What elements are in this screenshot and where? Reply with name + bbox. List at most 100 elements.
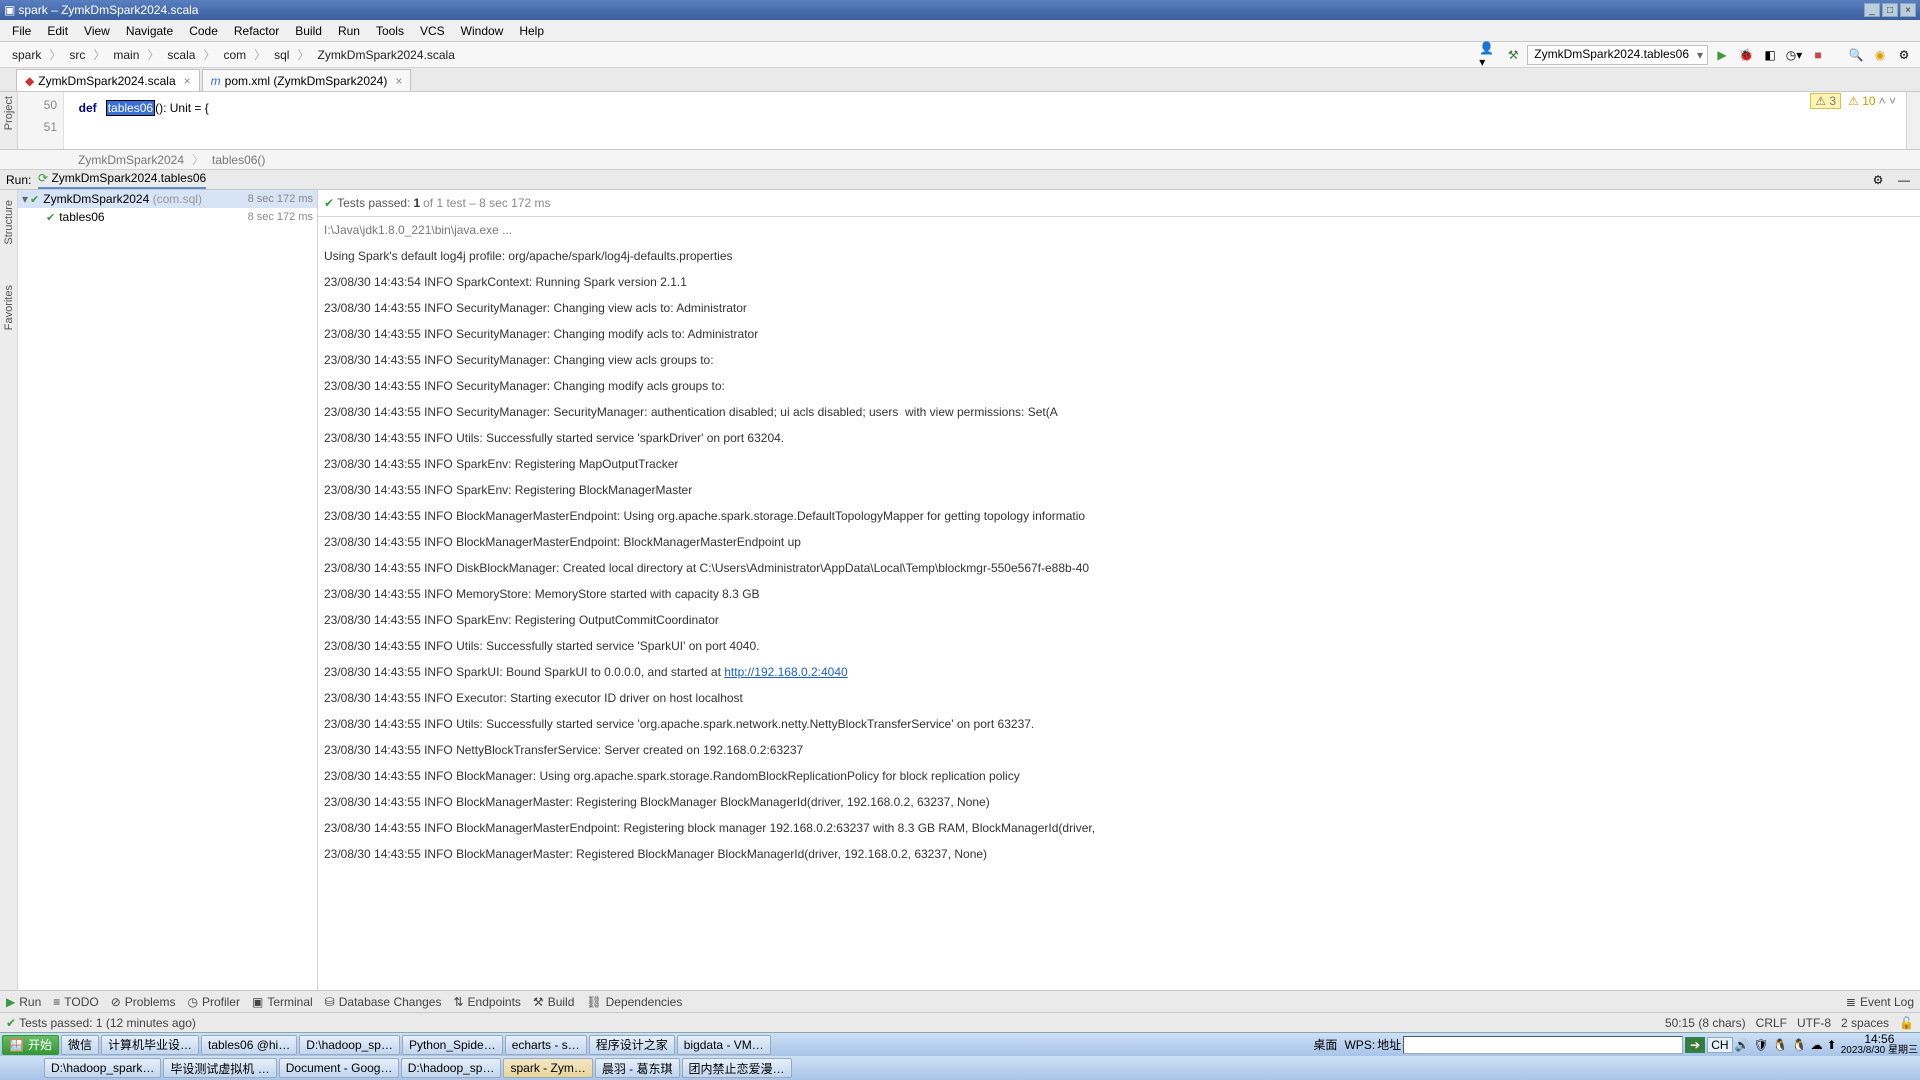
- menu-edit[interactable]: Edit: [39, 22, 76, 40]
- test-tree-leaf[interactable]: ✔ tables06 8 sec 172 ms: [18, 208, 317, 226]
- clock-date[interactable]: 2023/8/30 星期三: [1841, 1045, 1918, 1056]
- line-separator[interactable]: CRLF: [1756, 1016, 1787, 1030]
- project-tool-button[interactable]: Project: [3, 96, 15, 130]
- indent-setting[interactable]: 2 spaces: [1841, 1016, 1889, 1030]
- go-button[interactable]: ➔: [1685, 1037, 1705, 1053]
- close-icon[interactable]: ×: [184, 74, 191, 88]
- taskbar-item[interactable]: 晨羽 - 葛东琪: [595, 1058, 680, 1078]
- taskbar-item[interactable]: spark - Zym…: [503, 1058, 592, 1078]
- test-tree-root[interactable]: ▾ ✔ ZymkDmSpark2024 (com.sql) 8 sec 172 …: [18, 190, 317, 208]
- tool-profiler[interactable]: ◷ Profiler: [187, 995, 240, 1009]
- console-line: 23/08/30 14:43:55 INFO BlockManager: Usi…: [318, 763, 1920, 789]
- ide-update-icon[interactable]: ◉: [1870, 45, 1890, 65]
- run-button[interactable]: ▶: [1712, 45, 1732, 65]
- tool-terminal[interactable]: ▣ Terminal: [252, 995, 313, 1009]
- crumb-class[interactable]: ZymkDmSpark2024: [78, 153, 184, 167]
- menu-navigate[interactable]: Navigate: [118, 22, 181, 40]
- tool-endpoints[interactable]: ⇅ Endpoints: [453, 995, 520, 1009]
- taskbar-item[interactable]: D:\hadoop_spark…: [44, 1058, 161, 1078]
- desktop-label[interactable]: 桌面: [1313, 1036, 1337, 1053]
- taskbar-item[interactable]: 计算机毕业设…: [101, 1035, 199, 1055]
- menu-build[interactable]: Build: [287, 22, 330, 40]
- taskbar-item[interactable]: 毕设测试虚拟机 …: [163, 1058, 276, 1078]
- search-everywhere-icon[interactable]: 🔍: [1846, 45, 1866, 65]
- tool-run[interactable]: ▶Run: [6, 995, 41, 1009]
- editor-tab[interactable]: ◆ ZymkDmSpark2024.scala ×: [16, 69, 200, 91]
- favorites-tool-button[interactable]: Favorites: [3, 285, 15, 330]
- address-input[interactable]: [1403, 1036, 1683, 1054]
- breadcrumb[interactable]: spark: [6, 46, 47, 64]
- start-button[interactable]: 🪟 开始: [2, 1035, 59, 1055]
- taskbar-item[interactable]: D:\hadoop_sp…: [299, 1035, 400, 1055]
- user-icon[interactable]: 👤▾: [1479, 45, 1499, 65]
- tray-icon[interactable]: 🔊: [1735, 1038, 1750, 1052]
- settings-icon[interactable]: ⚙: [1894, 45, 1914, 65]
- wps-label[interactable]: WPS:: [1344, 1038, 1375, 1052]
- tray-icon[interactable]: 🐧: [1773, 1038, 1788, 1052]
- test-tree[interactable]: ▾ ✔ ZymkDmSpark2024 (com.sql) 8 sec 172 …: [18, 190, 318, 990]
- taskbar-item[interactable]: tables06 @hi…: [201, 1035, 297, 1055]
- breadcrumb[interactable]: sql: [268, 46, 295, 64]
- tool-problems[interactable]: ⊘ Problems: [111, 995, 176, 1009]
- ime-indicator[interactable]: CH: [1707, 1037, 1732, 1053]
- menu-run[interactable]: Run: [330, 22, 368, 40]
- stop-button[interactable]: ■: [1808, 45, 1828, 65]
- clock-time[interactable]: 14:56: [1841, 1034, 1918, 1045]
- file-encoding[interactable]: UTF-8: [1797, 1016, 1831, 1030]
- menu-vcs[interactable]: VCS: [412, 22, 453, 40]
- taskbar-item[interactable]: Python_Spide…: [402, 1035, 503, 1055]
- inspection-widget[interactable]: ⚠ 3 ⚠ 10 ˄ ˅: [1810, 94, 1896, 108]
- profile-button[interactable]: ◷▾: [1784, 45, 1804, 65]
- tool-database-changes[interactable]: ⛁ Database Changes: [325, 995, 442, 1009]
- breadcrumb[interactable]: ZymkDmSpark2024.scala: [311, 46, 460, 64]
- menu-window[interactable]: Window: [453, 22, 512, 40]
- tray-icon[interactable]: ⬆: [1827, 1038, 1837, 1052]
- taskbar-item[interactable]: echarts - s…: [505, 1035, 587, 1055]
- menu-refactor[interactable]: Refactor: [226, 22, 287, 40]
- menu-code[interactable]: Code: [181, 22, 226, 40]
- readonly-lock-icon[interactable]: 🔓: [1899, 1016, 1914, 1030]
- structure-tool-button[interactable]: Structure: [3, 200, 15, 245]
- editor-tab[interactable]: m pom.xml (ZymkDmSpark2024) ×: [202, 69, 412, 91]
- coverage-button[interactable]: ◧: [1760, 45, 1780, 65]
- close-icon[interactable]: ×: [395, 74, 402, 88]
- error-stripe[interactable]: [1906, 92, 1920, 149]
- taskbar-item[interactable]: D:\hadoop_sp…: [401, 1058, 502, 1078]
- menu-view[interactable]: View: [76, 22, 118, 40]
- taskbar-item[interactable]: 团内禁止恋爱漫…: [682, 1058, 792, 1078]
- debug-button[interactable]: 🐞: [1736, 45, 1756, 65]
- taskbar-item[interactable]: Document - Goog…: [279, 1058, 399, 1078]
- run-configuration-combo[interactable]: ZymkDmSpark2024.tables06 ▾: [1527, 45, 1708, 65]
- tray-icon[interactable]: ☁: [1811, 1038, 1823, 1052]
- tool-todo[interactable]: ≡ TODO: [53, 995, 98, 1009]
- build-hammer-icon[interactable]: ⚒: [1503, 45, 1523, 65]
- crumb-method[interactable]: tables06(): [212, 153, 265, 167]
- spark-ui-link[interactable]: http://192.168.0.2:4040: [724, 665, 847, 679]
- breadcrumb[interactable]: com: [217, 46, 252, 64]
- breadcrumb[interactable]: main: [107, 46, 145, 64]
- menu-tools[interactable]: Tools: [368, 22, 412, 40]
- close-button[interactable]: ×: [1900, 3, 1916, 17]
- tray-icon[interactable]: 🛡: [1754, 1038, 1769, 1052]
- taskbar-item[interactable]: bigdata - VM…: [677, 1035, 771, 1055]
- console-output[interactable]: ✔ Tests passed: 1 of 1 test – 8 sec 172 …: [318, 190, 1920, 990]
- system-tray[interactable]: 🔊 🛡 🐧 🐧 ☁ ⬆ 14:56 2023/8/30 星期三: [1735, 1034, 1918, 1056]
- tool-event-log[interactable]: ≣ Event Log: [1846, 995, 1914, 1009]
- editor-gutter[interactable]: 50 51 ▶: [18, 92, 64, 149]
- tool-build[interactable]: ⚒ Build: [533, 995, 574, 1009]
- breadcrumb[interactable]: scala: [161, 46, 201, 64]
- minimize-button[interactable]: _: [1864, 3, 1880, 17]
- minimize-tool-icon[interactable]: —: [1894, 170, 1914, 190]
- run-tab[interactable]: ⟳ ZymkDmSpark2024.tables06: [38, 171, 206, 189]
- taskbar-item[interactable]: 程序设计之家: [589, 1035, 675, 1055]
- menu-file[interactable]: File: [4, 22, 39, 40]
- caret-position[interactable]: 50:15 (8 chars): [1665, 1016, 1746, 1030]
- maximize-button[interactable]: □: [1882, 3, 1898, 17]
- run-settings-icon[interactable]: ⚙: [1868, 170, 1888, 190]
- menu-help[interactable]: Help: [511, 22, 552, 40]
- tool-dependencies[interactable]: ⛓ Dependencies: [586, 995, 682, 1009]
- code-editor[interactable]: def tables06(): Unit = { ⚠ 3 ⚠ 10 ˄ ˅: [64, 92, 1906, 149]
- tray-icon[interactable]: 🐧: [1792, 1038, 1807, 1052]
- taskbar-item[interactable]: 微信: [61, 1035, 99, 1055]
- breadcrumb[interactable]: src: [63, 46, 91, 64]
